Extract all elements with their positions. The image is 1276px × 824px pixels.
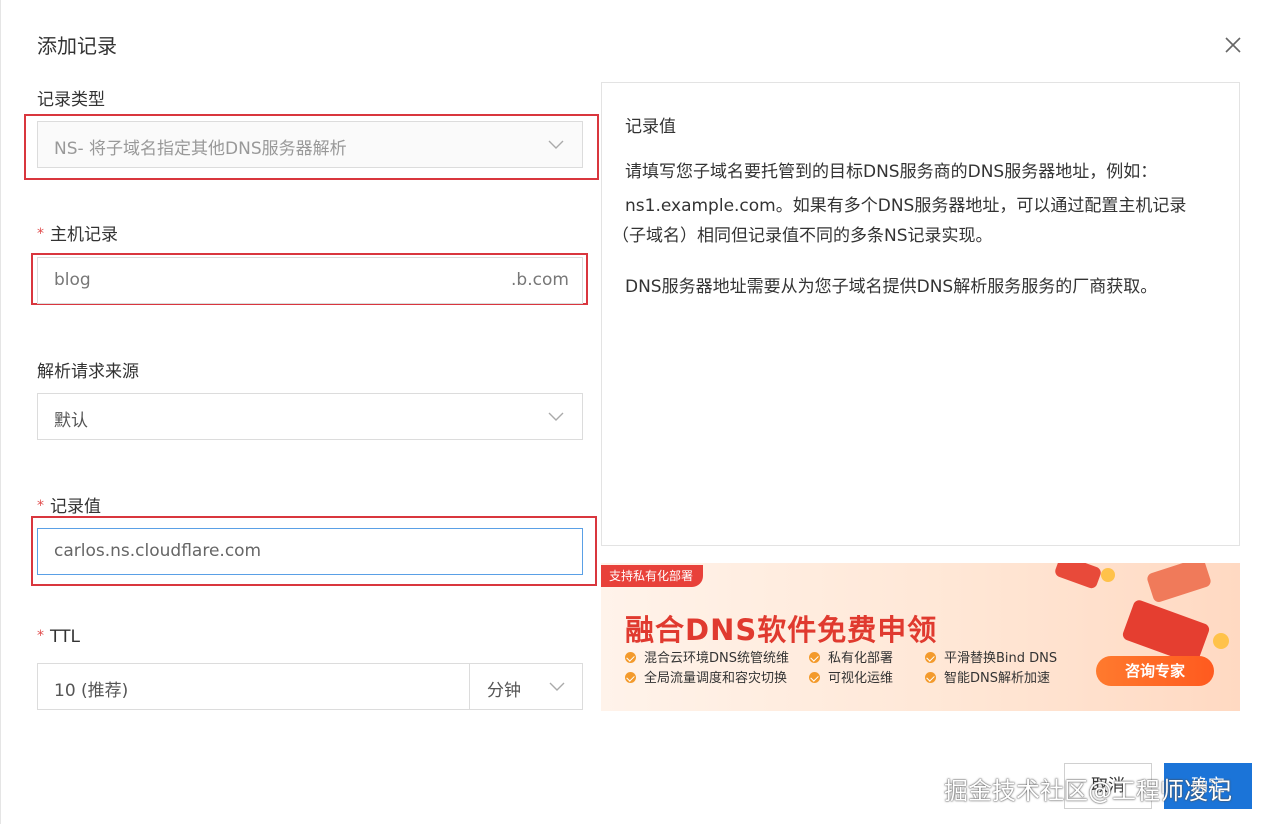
ttl-unit-select[interactable]: 分钟 <box>469 663 583 710</box>
help-panel <box>601 82 1240 546</box>
source-value: 默认 <box>54 411 88 431</box>
ttl-input[interactable]: 10 (推荐) <box>37 663 470 710</box>
host-record-input[interactable]: blog .b.com <box>37 257 583 304</box>
help-text-line: ns1.example.com。如果有多个DNS服务器地址，可以通过配置主机记录 <box>625 196 1187 216</box>
ttl-label: * TTL <box>37 627 80 647</box>
record-type-select[interactable]: NS- 将子域名指定其他DNS服务器解析 <box>37 121 583 168</box>
consult-expert-button[interactable]: 咨询专家 <box>1096 656 1214 686</box>
dialog-title: 添加记录 <box>37 34 117 58</box>
source-select[interactable]: 默认 <box>37 393 583 440</box>
promo-banner[interactable]: 支持私有化部署 融合DNS软件免费申领 混合云环境DNS统管统维 私有化部署 平… <box>601 563 1240 711</box>
check-icon <box>925 672 936 683</box>
required-mark: * <box>37 498 44 514</box>
banner-badge: 支持私有化部署 <box>601 565 704 587</box>
check-icon <box>809 652 820 663</box>
envelope-decoration <box>1053 563 1103 590</box>
coin-decoration <box>1213 633 1229 649</box>
record-type-value: NS- 将子域名指定其他DNS服务器解析 <box>54 139 347 159</box>
ttl-value: 10 (推荐) <box>54 681 129 701</box>
record-value-input[interactable]: carlos.ns.cloudflare.com <box>37 528 583 575</box>
chevron-down-icon <box>549 682 565 691</box>
feature-item: 智能DNS解析加速 <box>925 667 1050 686</box>
feature-item: 全局流量调度和容灾切换 <box>625 667 787 686</box>
banner-title: 融合DNS软件免费申领 <box>625 613 938 647</box>
watermark: 掘金技术社区@工程师凌记 <box>944 777 1232 805</box>
host-record-label: * 主机记录 <box>37 225 118 245</box>
add-record-dialog: 添加记录 记录类型 NS- 将子域名指定其他DNS服务器解析 * 主机记录 blo… <box>0 0 1276 824</box>
check-icon <box>625 652 636 663</box>
domain-suffix: .b.com <box>511 270 569 290</box>
help-text-line: （子域名）相同但记录值不同的多条NS记录实现。 <box>612 226 993 246</box>
check-icon <box>809 672 820 683</box>
feature-item: 混合云环境DNS统管统维 <box>625 647 789 666</box>
source-label: 解析请求来源 <box>37 362 139 382</box>
feature-item: 平滑替换Bind DNS <box>925 647 1057 666</box>
chevron-down-icon <box>548 412 564 421</box>
check-icon <box>925 652 936 663</box>
ttl-unit-value: 分钟 <box>487 681 521 701</box>
help-text-line: 请填写您子域名要托管到的目标DNS服务商的DNS服务器地址，例如： <box>625 162 1158 182</box>
record-value-text: carlos.ns.cloudflare.com <box>54 541 262 561</box>
required-mark: * <box>37 226 44 242</box>
help-text-line: DNS服务器地址需要从为您子域名提供DNS解析服务服务的厂商获取。 <box>625 277 1158 297</box>
chevron-down-icon <box>548 140 564 149</box>
dialog-border <box>0 0 1 824</box>
feature-item: 可视化运维 <box>809 667 893 686</box>
close-icon[interactable] <box>1220 32 1246 58</box>
record-value-label: * 记录值 <box>37 497 101 517</box>
envelope-decoration <box>1145 563 1213 604</box>
required-mark: * <box>37 628 44 644</box>
record-type-label: 记录类型 <box>37 90 105 110</box>
coin-decoration <box>1101 568 1115 582</box>
host-record-value: blog <box>54 270 91 290</box>
check-icon <box>625 672 636 683</box>
feature-item: 私有化部署 <box>809 647 893 666</box>
help-title: 记录值 <box>625 117 676 137</box>
